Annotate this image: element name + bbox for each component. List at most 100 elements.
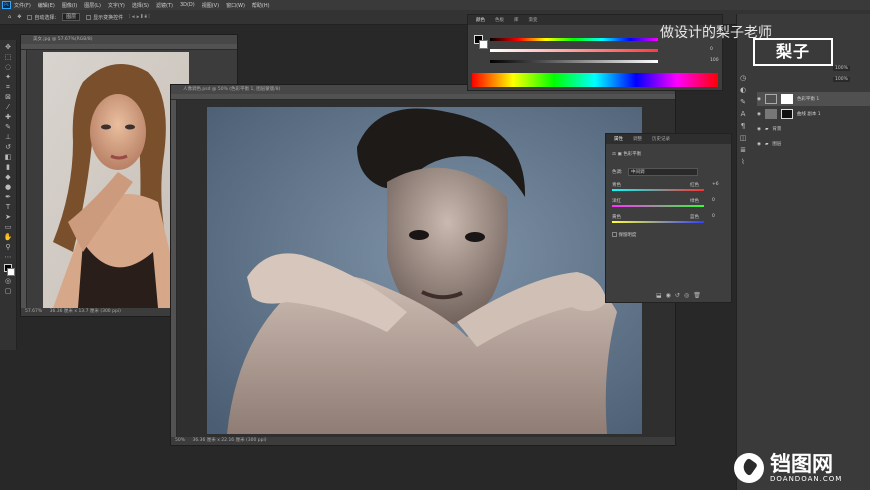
yellow-blue-value[interactable]: 0: [712, 214, 715, 219]
screen-mode-icon[interactable]: ▢: [3, 286, 14, 296]
more-tools-icon[interactable]: ⋯: [3, 252, 14, 262]
layer-item[interactable]: ◉ ▰ 图层: [757, 137, 870, 151]
background-color-swatch[interactable]: [7, 268, 15, 276]
frame-tool-icon[interactable]: ⊠: [3, 92, 14, 102]
layer-item[interactable]: ◉ 色彩平衡 1: [757, 92, 870, 106]
cyan-red-value[interactable]: +6: [712, 182, 719, 187]
styles-icon[interactable]: ◫: [740, 134, 747, 142]
properties-footer: ⬓◉↺◎🗑: [656, 292, 705, 299]
eye-icon[interactable]: ◉: [757, 97, 761, 102]
g-value[interactable]: 0: [710, 47, 713, 52]
site-logo-icon: [734, 453, 764, 483]
menu-file[interactable]: 文件(F): [14, 2, 31, 9]
eye-icon[interactable]: ◉: [757, 127, 761, 132]
eraser-icon[interactable]: ◧: [3, 152, 14, 162]
paths-icon[interactable]: ⌇: [741, 158, 744, 166]
healing-brush-icon[interactable]: ✚: [3, 112, 14, 122]
document-window-main: 人像调色.psd @ 50% (色彩平衡 1, 图层蒙版/8) 50% 36.3…: [170, 84, 676, 446]
tab-gradients[interactable]: 渐变: [529, 17, 538, 23]
tab-properties[interactable]: 属性: [614, 136, 623, 142]
menu-view[interactable]: 视图(V): [202, 2, 219, 9]
eye-icon[interactable]: ◉: [757, 142, 761, 147]
magic-wand-icon[interactable]: ✦: [3, 72, 14, 82]
menu-filter[interactable]: 滤镜(T): [156, 2, 173, 9]
b-value[interactable]: 100: [710, 58, 719, 63]
eyedropper-icon[interactable]: ⁄: [3, 102, 14, 112]
paragraph-icon[interactable]: ¶: [741, 122, 745, 130]
brush-tool-icon[interactable]: ✎: [3, 122, 14, 132]
adjustments-icon[interactable]: ◐: [740, 86, 746, 94]
gradient-tool-icon[interactable]: ▮: [3, 162, 14, 172]
menu-layer[interactable]: 图层(L): [84, 2, 101, 9]
blur-tool-icon[interactable]: ◆: [3, 172, 14, 182]
lasso-tool-icon[interactable]: ◌: [3, 62, 14, 72]
channels-icon[interactable]: ≣: [740, 146, 746, 154]
yellow-blue-slider[interactable]: [612, 221, 704, 223]
zoom-level[interactable]: 50%: [175, 438, 185, 443]
menu-window[interactable]: 窗口(W): [226, 2, 245, 9]
character-icon[interactable]: A: [741, 110, 746, 118]
fill-value[interactable]: 100%: [833, 77, 850, 82]
shape-tool-icon[interactable]: ▭: [3, 222, 14, 232]
site-name: 铛图网: [770, 452, 833, 476]
clip-icon[interactable]: ⬓: [656, 292, 666, 299]
document-tab[interactable]: 美女.jpg @ 57.67%(RGB/8): [21, 35, 237, 44]
background-color-chip[interactable]: [479, 40, 488, 49]
tone-select[interactable]: 中间调: [627, 168, 698, 176]
history-icon[interactable]: ◷: [740, 74, 746, 82]
cyan-red-slider[interactable]: [612, 189, 704, 191]
reset-icon[interactable]: ↺: [675, 292, 684, 299]
fill-row: 100%: [833, 77, 850, 82]
watermark-logo: 梨子: [753, 38, 833, 66]
main-portrait-image[interactable]: [207, 107, 642, 434]
preserve-luminosity-checkbox[interactable]: [612, 232, 617, 237]
layer-item[interactable]: ◉ 曲线 副本 1: [757, 107, 870, 121]
opacity-value[interactable]: 100%: [833, 66, 850, 71]
move-tool-icon[interactable]: ✥: [17, 14, 21, 20]
marquee-tool-icon[interactable]: ⬚: [3, 52, 14, 62]
eye-icon[interactable]: ◎: [684, 292, 693, 299]
menu-edit[interactable]: 编辑(E): [38, 2, 55, 9]
menu-type[interactable]: 文字(Y): [108, 2, 125, 9]
type-tool-icon[interactable]: T: [3, 202, 14, 212]
layer-item[interactable]: ◉ ▰ 背景: [757, 122, 870, 136]
group-select[interactable]: 图层: [62, 13, 81, 21]
color-slider-g[interactable]: 0: [490, 47, 720, 53]
hand-tool-icon[interactable]: ✋: [3, 232, 14, 242]
tab-color[interactable]: 颜色: [476, 17, 485, 23]
tab-swatches[interactable]: 色板: [495, 17, 504, 23]
path-select-icon[interactable]: ➤: [3, 212, 14, 222]
menu-select[interactable]: 选择(S): [132, 2, 149, 9]
quick-mask-icon[interactable]: ◎: [3, 276, 14, 286]
transform-checkbox[interactable]: 显示变换控件: [86, 14, 123, 21]
tab-libraries[interactable]: 库: [514, 17, 519, 23]
magenta-green-slider[interactable]: [612, 205, 704, 207]
crop-tool-icon[interactable]: ⌗: [3, 82, 14, 92]
color-spectrum-bar[interactable]: [472, 73, 718, 87]
clone-stamp-icon[interactable]: ⊥: [3, 132, 14, 142]
mask-icon[interactable]: ▣: [617, 152, 621, 157]
color-slider-b[interactable]: 100: [490, 58, 720, 64]
tab-history[interactable]: 历史记录: [652, 136, 670, 142]
menu-3d[interactable]: 3D(D): [180, 2, 195, 8]
move-tool-icon[interactable]: ✥: [3, 42, 14, 52]
trash-icon[interactable]: 🗑: [693, 292, 705, 299]
menu-image[interactable]: 图像(I): [62, 2, 77, 9]
yellow-blue-row: 黄色 蓝色 0: [612, 214, 727, 223]
pen-tool-icon[interactable]: ✒: [3, 192, 14, 202]
home-icon[interactable]: ⌂: [8, 14, 11, 20]
tab-adjustments[interactable]: 调整: [633, 136, 642, 142]
zoom-level[interactable]: 57.67%: [25, 309, 42, 314]
layer-adjustment-thumb: [764, 94, 777, 104]
dodge-tool-icon[interactable]: ●: [3, 182, 14, 192]
auto-select-checkbox[interactable]: 自动选择:: [27, 14, 56, 21]
eye-icon[interactable]: ◉: [757, 112, 761, 117]
preserve-luminosity-row[interactable]: 保留明度: [612, 232, 636, 238]
brush-settings-icon[interactable]: ✎: [740, 98, 746, 106]
magenta-green-value[interactable]: 0: [712, 198, 715, 203]
align-icons[interactable]: ⫶ ⫷ ⫸ ⫴ ⫵ ⫶: [129, 14, 150, 20]
history-brush-icon[interactable]: ↺: [3, 142, 14, 152]
menu-help[interactable]: 帮助(H): [252, 2, 270, 9]
visibility-icon[interactable]: ◉: [666, 292, 675, 299]
zoom-tool-icon[interactable]: ⚲: [3, 242, 14, 252]
